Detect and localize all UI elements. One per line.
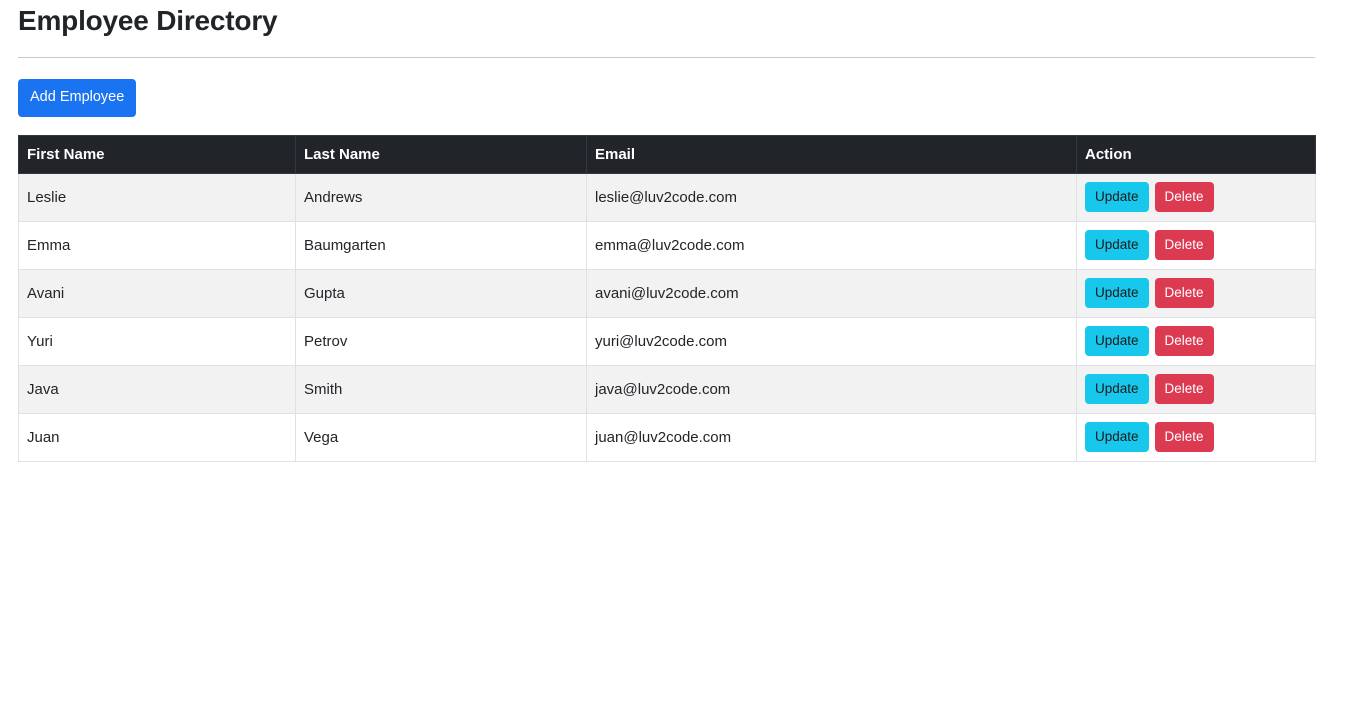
cell-email: leslie@luv2code.com (586, 172, 1077, 222)
cell-first-name: Yuri (18, 316, 296, 366)
cell-email: yuri@luv2code.com (586, 316, 1077, 366)
table-header-row: First Name Last Name Email Action (18, 134, 1316, 174)
delete-button[interactable]: Delete (1154, 325, 1214, 357)
column-header-email: Email (586, 134, 1077, 174)
cell-email: emma@luv2code.com (586, 220, 1077, 270)
cell-last-name: Smith (295, 364, 587, 414)
title-divider (18, 56, 1315, 58)
cell-action: Update Delete (1076, 172, 1316, 222)
page-title: Employee Directory (18, 5, 278, 36)
update-button[interactable]: Update (1085, 181, 1149, 213)
table-row: Leslie Andrews leslie@luv2code.com Update De… (18, 172, 1316, 222)
cell-last-name: Andrews (295, 172, 587, 222)
cell-email: java@luv2code.com (586, 364, 1077, 414)
table-row: Java Smith java@luv2code.com Update Delete (18, 364, 1316, 414)
cell-first-name: Java (18, 364, 296, 414)
employee-directory-page: Employee Directory Add Employee First Na… (0, 0, 1346, 702)
page-container: Employee Directory Add Employee First Na… (18, 0, 1316, 462)
update-button[interactable]: Update (1085, 373, 1149, 405)
table-row: Emma Baumgarten emma@luv2code.com Update Del… (18, 220, 1316, 270)
table-header: First Name Last Name Email Action (18, 134, 1316, 174)
delete-button[interactable]: Delete (1154, 277, 1214, 309)
cell-first-name: Avani (18, 268, 296, 318)
cell-action: Update Delete (1076, 316, 1316, 366)
delete-button[interactable]: Delete (1154, 181, 1214, 213)
table-row: Avani Gupta avani@luv2code.com Update Delete (18, 268, 1316, 318)
cell-action: Update Delete (1076, 268, 1316, 318)
delete-button[interactable]: Delete (1154, 373, 1214, 405)
table-row: Yuri Petrov yuri@luv2code.com Update Delete (18, 316, 1316, 366)
update-button[interactable]: Update (1085, 277, 1149, 309)
table-row: Juan Vega juan@luv2code.com Update Delete (18, 412, 1316, 462)
cell-action: Update Delete (1076, 364, 1316, 414)
cell-last-name: Gupta (295, 268, 587, 318)
cell-last-name: Petrov (295, 316, 587, 366)
cell-first-name: Emma (18, 220, 296, 270)
cell-email: avani@luv2code.com (586, 268, 1077, 318)
employee-table: First Name Last Name Email Action Leslie… (18, 134, 1316, 462)
table-body: Leslie Andrews leslie@luv2code.com Update De… (18, 172, 1316, 462)
cell-last-name: Vega (295, 412, 587, 462)
cell-last-name: Baumgarten (295, 220, 587, 270)
column-header-last-name: Last Name (295, 134, 587, 174)
cell-email: juan@luv2code.com (586, 412, 1077, 462)
column-header-action: Action (1076, 134, 1316, 174)
delete-button[interactable]: Delete (1154, 229, 1214, 261)
cell-action: Update Delete (1076, 412, 1316, 462)
update-button[interactable]: Update (1085, 421, 1149, 453)
cell-first-name: Leslie (18, 172, 296, 222)
cell-action: Update Delete (1076, 220, 1316, 270)
update-button[interactable]: Update (1085, 325, 1149, 357)
column-header-first-name: First Name (18, 134, 296, 174)
add-employee-button[interactable]: Add Employee (18, 78, 137, 117)
delete-button[interactable]: Delete (1154, 421, 1214, 453)
update-button[interactable]: Update (1085, 229, 1149, 261)
cell-first-name: Juan (18, 412, 296, 462)
